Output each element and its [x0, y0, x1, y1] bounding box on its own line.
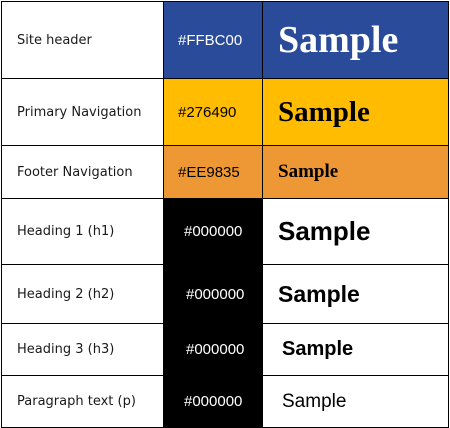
- color-swatch: #000000: [163, 323, 263, 376]
- table-row: Paragraph text (p) #000000 Sample: [1, 375, 449, 428]
- element-label: Site header: [1, 1, 164, 79]
- color-swatch: #000000: [163, 375, 263, 428]
- element-label: Paragraph text (p): [1, 375, 164, 428]
- table-row: Heading 2 (h2) #000000 Sample: [1, 264, 449, 324]
- table-row: Heading 1 (h1) #000000 Sample: [1, 198, 449, 265]
- table-row: Footer Navigation #EE9835 Sample: [1, 145, 449, 199]
- element-label: Primary Navigation: [1, 78, 164, 146]
- table-row: Heading 3 (h3) #000000 Sample: [1, 323, 449, 376]
- sample-text: Sample: [262, 323, 449, 376]
- color-swatch: #000000: [163, 198, 263, 265]
- table-row: Primary Navigation #276490 Sample: [1, 78, 449, 146]
- color-swatch: #FFBC00: [163, 1, 263, 79]
- table-row: Site header #FFBC00 Sample: [1, 1, 449, 79]
- sample-text: Sample: [262, 145, 449, 199]
- sample-text: Sample: [262, 264, 449, 324]
- color-swatch: #000000: [163, 264, 263, 324]
- element-label: Heading 2 (h2): [1, 264, 164, 324]
- sample-text: Sample: [262, 198, 449, 265]
- sample-text: Sample: [262, 375, 449, 428]
- sample-text: Sample: [262, 1, 449, 79]
- element-label: Heading 1 (h1): [1, 198, 164, 265]
- sample-text: Sample: [262, 78, 449, 146]
- element-label: Footer Navigation: [1, 145, 164, 199]
- color-swatch: #276490: [163, 78, 263, 146]
- color-swatch: #EE9835: [163, 145, 263, 199]
- style-guide-table: Site header #FFBC00 Sample Primary Navig…: [1, 1, 449, 428]
- element-label: Heading 3 (h3): [1, 323, 164, 376]
